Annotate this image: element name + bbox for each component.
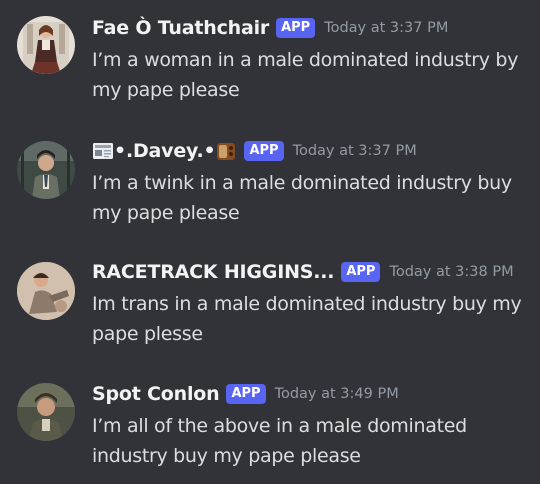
app-badge: APP xyxy=(276,18,316,38)
app-badge: APP xyxy=(341,262,381,282)
message-header: Fae Ò Tuathchair APP Today at 3:37 PM xyxy=(92,14,448,42)
app-badge: APP xyxy=(226,384,266,404)
avatar[interactable] xyxy=(17,262,75,320)
app-badge: APP xyxy=(244,141,284,161)
message-text: Im trans in a male dominated industry bu… xyxy=(92,293,522,345)
username-bullet: • xyxy=(203,140,216,162)
message-header: RACETRACK HIGGINS... APP Today at 3:38 P… xyxy=(92,258,514,286)
newspaper-icon xyxy=(92,140,114,162)
timestamp[interactable]: Today at 3:49 PM xyxy=(275,386,399,402)
message-header: Spot Conlon APP Today at 3:49 PM xyxy=(92,380,399,408)
username[interactable]: Spot Conlon xyxy=(92,383,220,405)
username-bullet: • xyxy=(114,140,126,162)
username[interactable]: Fae Ò Tuathchair xyxy=(92,17,269,39)
timestamp[interactable]: Today at 3:37 PM xyxy=(293,143,417,159)
message-header: • .Davey. • APP Today at 3:37 PM xyxy=(92,137,417,165)
timestamp[interactable]: Today at 3:38 PM xyxy=(389,264,513,280)
message-text: I’m a twink in a male dominated industry… xyxy=(92,172,512,224)
avatar[interactable] xyxy=(17,141,75,199)
timestamp[interactable]: Today at 3:37 PM xyxy=(324,20,448,36)
radio-icon xyxy=(215,140,237,162)
avatar[interactable] xyxy=(17,16,75,74)
message-text: I’m a woman in a male dominated industry… xyxy=(92,49,519,101)
message-text: I’m all of the above in a male dominated… xyxy=(92,415,467,467)
username[interactable]: RACETRACK HIGGINS... xyxy=(92,261,335,283)
avatar[interactable] xyxy=(17,383,75,441)
username[interactable]: .Davey. xyxy=(126,140,204,162)
